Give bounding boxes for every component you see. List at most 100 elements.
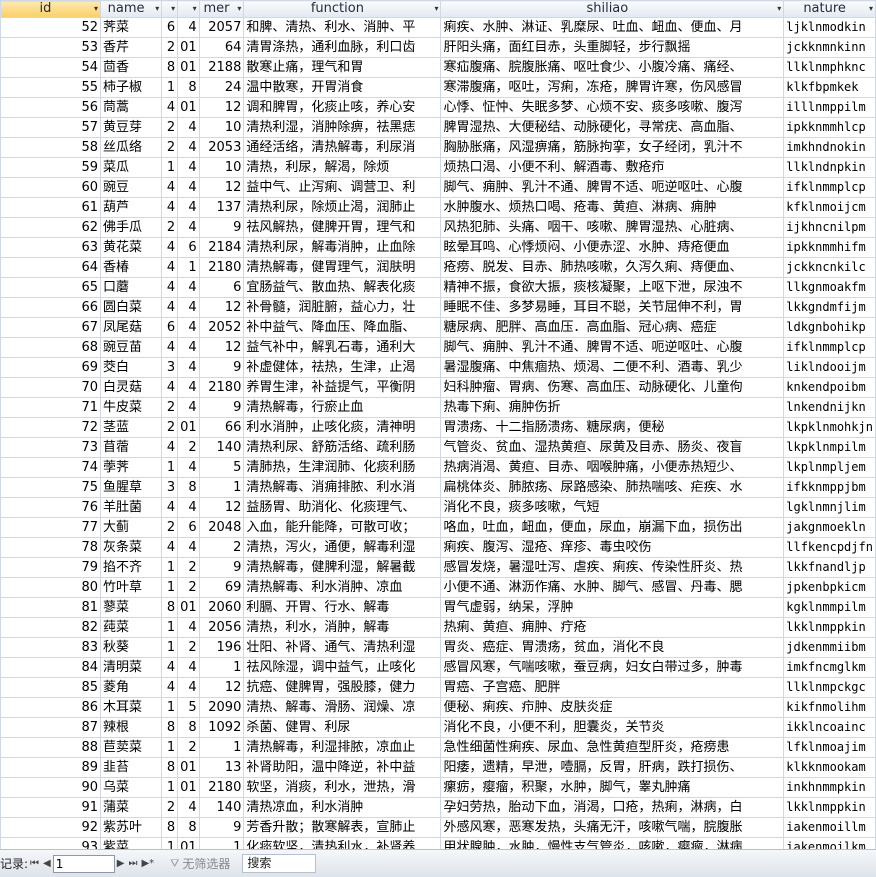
table-row[interactable]: 74 荸荠 1 4 5 清肺热，生津润肺、化痰利肠 热病消渴、黄疸、目赤、咽喉肿痛，小便赤热… bbox=[0, 457, 876, 478]
cell-name[interactable]: 辣根 bbox=[99, 717, 163, 738]
cell-name[interactable]: 菜瓜 bbox=[99, 157, 163, 178]
cell-function[interactable]: 祛风除湿，调中益气，止咳化 bbox=[243, 657, 442, 678]
cell-nature[interactable]: jakgnmoekln bbox=[783, 517, 876, 538]
cell-id[interactable]: 84 bbox=[0, 657, 101, 678]
cell-col3[interactable]: 4 bbox=[177, 537, 200, 558]
cell-shiliao[interactable]: 便秘、痢疾、疖肿、皮肤炎症 bbox=[440, 697, 785, 718]
table-row[interactable]: 80 竹叶草 1 2 69 清热解毒、利水消肿、凉血 小便不通、淋沥作痛、水肿、脚气、感冒、… bbox=[0, 577, 876, 598]
cell-col3[interactable]: 01 bbox=[177, 837, 200, 849]
cell-nature[interactable]: jckkncnkilc bbox=[783, 257, 876, 278]
cell-nature[interactable]: ijkhncnilpm bbox=[783, 217, 876, 238]
cell-col2[interactable]: 3 bbox=[161, 357, 179, 378]
cell-col3[interactable]: 6 bbox=[177, 237, 200, 258]
cell-shiliao[interactable]: 疮痨、脱发、目赤、肺热咳嗽，久泻久痢、痔便血、 bbox=[440, 257, 785, 278]
column-header-function[interactable]: function ▾ bbox=[243, 0, 442, 18]
cell-name[interactable]: 黄花菜 bbox=[99, 237, 163, 258]
cell-col3[interactable]: 4 bbox=[177, 317, 200, 338]
cell-shiliao[interactable]: 热病消渴、黄疸、目赤、咽喉肿痛，小便赤热短少、 bbox=[440, 457, 785, 478]
cell-nature[interactable]: lkpklnmpilm bbox=[783, 437, 876, 458]
table-row[interactable]: 84 清明菜 4 4 1 祛风除湿，调中益气，止咳化 感冒风寒，气喘咳嗽，蚕豆病，妇女白带过… bbox=[0, 657, 876, 678]
cell-mer[interactable]: 2052 bbox=[198, 317, 245, 338]
cell-id[interactable]: 80 bbox=[0, 577, 101, 598]
cell-shiliao[interactable]: 精神不振，食欲大振，痰核凝聚，上呕下泄，尿浊不 bbox=[440, 277, 785, 298]
cell-col2[interactable]: 2 bbox=[161, 217, 179, 238]
cell-col2[interactable]: 1 bbox=[161, 837, 179, 849]
cell-mer[interactable]: 12 bbox=[198, 297, 245, 318]
cell-id[interactable]: 88 bbox=[0, 737, 101, 758]
cell-shiliao[interactable]: 胃溃疡、十二指肠溃疡、糖尿病，便秘 bbox=[440, 417, 785, 438]
cell-function[interactable]: 清热、解毒、滑肠、润燥、凉 bbox=[243, 697, 442, 718]
cell-name[interactable]: 牛皮菜 bbox=[99, 397, 163, 418]
cell-id[interactable]: 70 bbox=[0, 377, 101, 398]
cell-id[interactable]: 54 bbox=[0, 57, 101, 78]
table-row[interactable]: 66 圆白菜 4 4 12 补骨髓，润脏腑，益心力，壮 睡眠不佳、多梦易睡，耳目不聪，关节屈… bbox=[0, 297, 876, 318]
cell-function[interactable]: 壮阳、补肾、通气、清热利湿 bbox=[243, 637, 442, 658]
cell-col3[interactable]: 4 bbox=[177, 677, 200, 698]
cell-id[interactable]: 93 bbox=[0, 837, 101, 849]
table-row[interactable]: 79 掐不齐 1 2 9 清热解毒，健脾利湿，解暑截 感冒发烧，暑湿吐泻、虐疾、痢疾、传染性… bbox=[0, 557, 876, 578]
cell-mer[interactable]: 5 bbox=[198, 457, 245, 478]
cell-col2[interactable]: 1 bbox=[161, 617, 179, 638]
table-row[interactable]: 72 茎蓝 2 01 66 利水消肿，止咳化痰，清神明 胃溃疡、十二指肠溃疡、糖尿病，便秘 l… bbox=[0, 417, 876, 438]
filter-indicator[interactable]: ⛛ 无筛选器 bbox=[170, 855, 230, 872]
table-row[interactable]: 75 鱼腥草 3 8 1 清热解毒、消痈排脓、利水消 扁桃体炎、肺脓疡、尿路感染、肺热喘咳、… bbox=[0, 477, 876, 498]
cell-col2[interactable]: 8 bbox=[161, 57, 179, 78]
cell-col3[interactable]: 01 bbox=[177, 37, 200, 58]
cell-mer[interactable]: 9 bbox=[198, 357, 245, 378]
cell-col2[interactable]: 2 bbox=[161, 397, 179, 418]
cell-shiliao[interactable]: 扁桃体炎、肺脓疡、尿路感染、肺热喘咳、疟疾、水 bbox=[440, 477, 785, 498]
cell-name[interactable]: 葫芦 bbox=[99, 197, 163, 218]
cell-nature[interactable]: lkpklnmohkjn bbox=[783, 417, 876, 438]
cell-mer[interactable]: 64 bbox=[198, 37, 245, 58]
cell-name[interactable]: 苣荬菜 bbox=[99, 737, 163, 758]
cell-col3[interactable]: 6 bbox=[177, 517, 200, 538]
cell-col2[interactable]: 8 bbox=[161, 597, 179, 618]
cell-function[interactable]: 清热，利尿，解渴，除烦 bbox=[243, 157, 442, 178]
cell-col3[interactable]: 4 bbox=[177, 657, 200, 678]
sort-filter-dropdown-icon[interactable]: ▾ bbox=[869, 2, 873, 17]
cell-id[interactable]: 66 bbox=[0, 297, 101, 318]
cell-mer[interactable]: 13 bbox=[198, 757, 245, 778]
cell-col3[interactable]: 01 bbox=[177, 777, 200, 798]
cell-col3[interactable]: 2 bbox=[177, 577, 200, 598]
table-row[interactable]: 59 菜瓜 1 4 10 清热，利尿，解渴，除烦 烦热口渴、小便不利、解酒毒、敷疮疖 llkl… bbox=[0, 157, 876, 178]
cell-function[interactable]: 清肺热，生津润肺、化痰利肠 bbox=[243, 457, 442, 478]
cell-shiliao[interactable]: 阳痿，遗精，早泄，噎膈，反胃，肝病，跌打损伤、 bbox=[440, 757, 785, 778]
cell-function[interactable]: 调和脾胃，化痰止咳，养心安 bbox=[243, 97, 442, 118]
cell-nature[interactable]: ifklnmmplcp bbox=[783, 337, 876, 358]
cell-function[interactable]: 芳香升散；散寒解表，宣肺止 bbox=[243, 817, 442, 838]
cell-mer[interactable]: 2056 bbox=[198, 617, 245, 638]
cell-mer[interactable]: 9 bbox=[198, 217, 245, 238]
cell-col2[interactable]: 4 bbox=[161, 177, 179, 198]
cell-shiliao[interactable]: 瘰疬，瘿瘤，积聚，水肿，脚气，睾丸肿痛 bbox=[440, 777, 785, 798]
cell-col2[interactable]: 2 bbox=[161, 517, 179, 538]
cell-col2[interactable]: 1 bbox=[161, 557, 179, 578]
table-row[interactable]: 56 茼蒿 4 01 12 调和脾胃，化痰止咳，养心安 心悸、怔忡、失眠多梦、心烦不安、痰多… bbox=[0, 97, 876, 118]
last-record-button[interactable]: ⏭ bbox=[128, 858, 137, 869]
cell-col2[interactable]: 4 bbox=[161, 97, 179, 118]
cell-col3[interactable]: 8 bbox=[177, 717, 200, 738]
cell-nature[interactable]: lgklnmnjlim bbox=[783, 497, 876, 518]
cell-name[interactable]: 荸荠 bbox=[99, 457, 163, 478]
table-row[interactable]: 70 白灵菇 4 4 2180 养胃生津，补益提气，平衡阴 妇科肿瘤、胃病、伤寒、高血压、动… bbox=[0, 377, 876, 398]
cell-col2[interactable]: 4 bbox=[161, 377, 179, 398]
table-row[interactable]: 67 凤尾菇 6 4 2052 补中益气、降血压、降血脂、 糖尿病、肥胖、高血压．高血脂、冠… bbox=[0, 317, 876, 338]
cell-name[interactable]: 秋葵 bbox=[99, 637, 163, 658]
cell-id[interactable]: 78 bbox=[0, 537, 101, 558]
cell-id[interactable]: 63 bbox=[0, 237, 101, 258]
cell-mer[interactable]: 2 bbox=[198, 537, 245, 558]
cell-id[interactable]: 87 bbox=[0, 717, 101, 738]
previous-record-button[interactable]: ◀ bbox=[43, 858, 51, 869]
cell-col2[interactable]: 4 bbox=[161, 297, 179, 318]
cell-nature[interactable]: ipkknmmhifm bbox=[783, 237, 876, 258]
cell-function[interactable]: 补虚健体，祛热，生津，止渴 bbox=[243, 357, 442, 378]
cell-id[interactable]: 86 bbox=[0, 697, 101, 718]
cell-id[interactable]: 56 bbox=[0, 97, 101, 118]
table-row[interactable]: 91 蒲菜 2 4 140 清热凉血，利水消肿 孕妇劳热，胎动下血，消渴，口疮，热痢，淋病，… bbox=[0, 797, 876, 818]
table-row[interactable]: 65 口蘑 4 4 6 宜肠益气、散血热、解表化痰 精神不振，食欲大振，痰核凝聚，上呕下泄，… bbox=[0, 277, 876, 298]
cell-id[interactable]: 53 bbox=[0, 37, 101, 58]
column-header-id[interactable]: id ▾ bbox=[0, 0, 101, 18]
cell-col3[interactable]: 4 bbox=[177, 497, 200, 518]
cell-function[interactable]: 和脾、清热、利水、消肿、平 bbox=[243, 17, 442, 38]
first-record-button[interactable]: ⏮ bbox=[30, 858, 39, 869]
